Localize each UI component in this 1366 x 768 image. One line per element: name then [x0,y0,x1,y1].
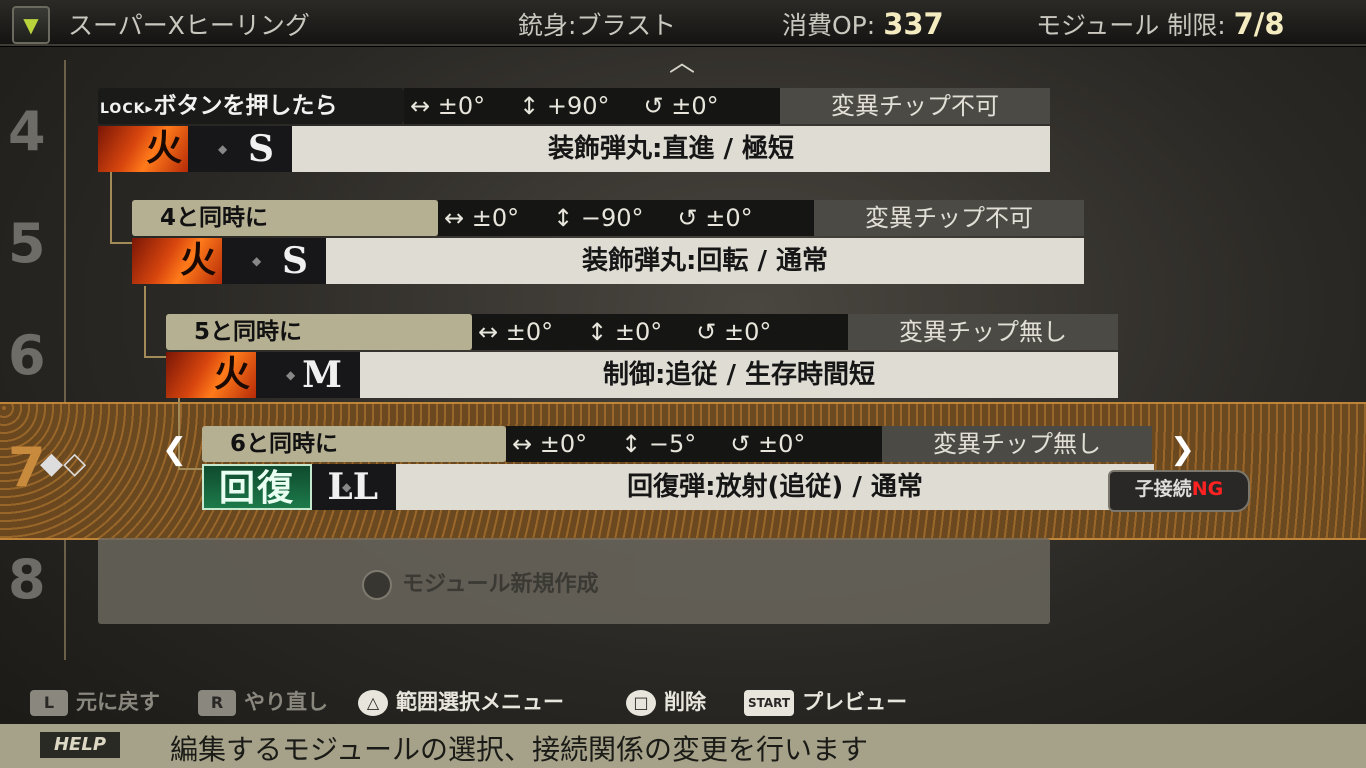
module-params: ↔ ±0° ↕ −5° ↺ ±0° [506,426,882,462]
bullet-name: スーパーXヒーリング [68,11,310,40]
module-params: ↔ ±0° ↕ −90° ↺ ±0° [438,200,814,236]
square-button-icon: □ [626,690,656,716]
fire-element-icon: 火 [98,126,188,172]
redo-control[interactable]: R やり直し [198,686,328,716]
horizontal-angle: ↔ ±0° [444,204,520,232]
bullet-size: S [188,126,292,172]
undo-label: 元に戻す [76,690,160,714]
module-params: ↔ ±0° ↕ +90° ↺ ±0° [404,88,780,124]
rotation-angle: ↺ ±0° [643,92,719,120]
help-bar: HELP 編集するモジュールの選択、接続関係の変更を行います [0,724,1366,768]
rotation-angle: ↺ ±0° [730,430,806,458]
mutation-chip: 変異チップ不可 [814,200,1084,236]
scroll-up-icon[interactable]: ︿ [664,50,700,76]
module-description: 制御:追従 / 生存時間短 [360,352,1118,398]
new-module-slot[interactable]: モジュール新規作成 [98,538,1050,624]
new-module-label: モジュール新規作成 [402,572,599,597]
module-row-4[interactable]: LOCK▸ボタンを押したら ↔ ±0° ↕ +90° ↺ ±0° 変異チップ不可… [98,88,1050,172]
top-divider [0,44,1366,46]
fire-element-icon: 火 [166,352,256,398]
module-body: 火 S 装飾弾丸:回転 / 通常 [132,238,1084,284]
help-tag: HELP [40,732,120,758]
redo-label: やり直し [244,690,328,714]
delete-label: 削除 [664,690,706,714]
delete-control[interactable]: □ 削除 [626,686,706,716]
module-description: 回復弾:放射(追従) / 通常 [396,464,1154,510]
child-connection-badge: 子接続NG [1108,470,1250,512]
row-number: 4 [8,100,46,163]
horizontal-angle: ↔ ±0° [512,430,588,458]
vertical-angle: ↕ −90° [553,204,644,232]
module-description: 装飾弾丸:直進 / 極短 [292,126,1050,172]
horizontal-angle: ↔ ±0° [410,92,486,120]
mutation-chip: 変異チップ無し [848,314,1118,350]
module-condition: 5と同時に [166,314,472,350]
range-select-control[interactable]: △ 範囲選択メニュー [358,686,564,716]
bullet-size: M [256,352,360,398]
child-connection-status: NG [1191,478,1224,500]
module-description: 装飾弾丸:回転 / 通常 [326,238,1084,284]
op-value: 337 [883,7,944,41]
module-body: 火 M 制御:追従 / 生存時間短 [166,352,1118,398]
mutation-chip: 変異チップ無し [882,426,1152,462]
mutation-chip: 変異チップ不可 [780,88,1050,124]
module-body: 回復 LL 回復弾:放射(追従) / 通常 [202,464,1154,510]
vertical-angle: ↕ +90° [519,92,610,120]
vertical-angle: ↕ −5° [621,430,697,458]
horizontal-angle: ↔ ±0° [478,318,554,346]
bullet-size: LL [312,464,396,510]
rotation-angle: ↺ ±0° [677,204,753,232]
move-left-arrow-icon[interactable]: ❮ [162,432,187,467]
module-body: 火 S 装飾弾丸:直進 / 極短 [98,126,1050,172]
preview-label: プレビュー [802,690,908,714]
top-bar: ▼ スーパーXヒーリング 銃身:ブラスト 消費OP: 337 モジュール 制限: 7… [0,0,1366,47]
condition-text: ボタンを押したら [153,93,338,119]
range-select-label: 範囲選択メニュー [396,690,564,714]
preview-control[interactable]: START プレビュー [744,686,907,716]
lock-tag: LOCK▸ [100,101,154,117]
module-limit: モジュール 制限: 7/8 [1036,6,1285,42]
module-row-5[interactable]: 4と同時に ↔ ±0° ↕ −90° ↺ ±0° 変異チップ不可 火 S 装飾弾… [132,200,1084,284]
vertical-angle: ↕ ±0° [587,318,663,346]
module-limit-label: モジュール 制限: [1036,11,1226,40]
barrel-label: 銃身: [518,11,577,40]
row-number: 8 [8,548,46,611]
new-module-button[interactable]: モジュール新規作成 [362,566,598,600]
rotation-angle: ↺ ±0° [696,318,772,346]
start-button-icon: START [744,690,795,716]
module-limit-value: 7/8 [1233,7,1285,41]
barrel-info: 銃身:ブラスト [518,6,676,42]
r-button-icon: R [198,690,236,716]
child-connection-label: 子接続 [1134,478,1192,500]
l-button-icon: L [30,690,68,716]
module-row-6[interactable]: 5と同時に ↔ ±0° ↕ ±0° ↺ ±0° 変異チップ無し 火 M 制御:追… [166,314,1118,398]
fire-element-icon: 火 [132,238,222,284]
selection-cursor-icon: ◆◇ [40,446,87,481]
op-label: 消費OP: [782,11,876,40]
row-number: 6 [8,324,46,387]
button-guide: L 元に戻す R やり直し △ 範囲選択メニュー □ 削除 START プレビュー [0,680,1366,720]
bullet-edit-icon: ▼ [12,6,50,44]
module-rail [64,60,66,660]
op-cost: 消費OP: 337 [782,6,944,42]
module-condition: 6と同時に [202,426,506,462]
row-number: 5 [8,212,46,275]
module-condition: 4と同時に [132,200,438,236]
module-condition: LOCK▸ボタンを押したら [98,88,404,124]
undo-control[interactable]: L 元に戻す [30,686,160,716]
module-row-7[interactable]: 6と同時に ↔ ±0° ↕ −5° ↺ ±0° 変異チップ無し 回復 LL 回復… [202,426,1154,510]
circle-button-icon [362,570,392,600]
bullet-size: S [222,238,326,284]
help-message: 編集するモジュールの選択、接続関係の変更を行います [170,733,869,766]
triangle-button-icon: △ [358,690,388,716]
heal-element-icon: 回復 [202,464,312,510]
module-params: ↔ ±0° ↕ ±0° ↺ ±0° [472,314,848,350]
barrel-value: ブラスト [576,11,676,40]
move-right-arrow-icon[interactable]: ❯ [1170,432,1195,467]
